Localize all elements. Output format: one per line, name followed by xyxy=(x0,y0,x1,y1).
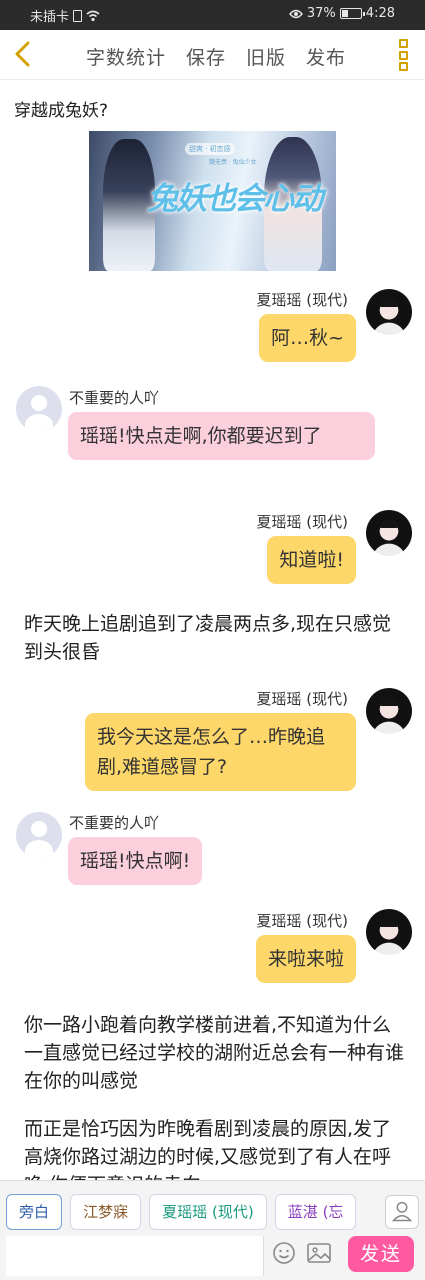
avatar[interactable] xyxy=(366,688,412,734)
battery-percent: 37% xyxy=(306,6,336,21)
save-button[interactable]: 保存 xyxy=(186,43,226,70)
narration-text[interactable]: 昨天晚上追剧追到了凌晨两点多,现在只感觉到头很昏 xyxy=(24,610,404,666)
character-chip[interactable]: 夏瑶瑶 (现代) xyxy=(149,1194,267,1230)
character-chip-narrator[interactable]: 旁白 xyxy=(6,1194,63,1230)
chevron-left-icon[interactable] xyxy=(6,36,42,72)
speaker-name: 夏瑶瑶 (现代) xyxy=(256,912,348,930)
avatar[interactable] xyxy=(366,510,412,556)
more-vertical-icon[interactable] xyxy=(397,39,409,71)
message-bubble[interactable]: 瑶瑶!快点啊! xyxy=(68,837,203,885)
cover-subtitle: 甜爽 · 初恋感 xyxy=(185,143,235,155)
speaker-name: 不重要的人吖 xyxy=(69,814,160,832)
old-version-button[interactable]: 旧版 xyxy=(246,43,286,70)
character-chip[interactable]: 蓝湛 (忘 xyxy=(274,1194,357,1230)
message-bubble[interactable]: 知道啦! xyxy=(267,536,356,584)
story-editor[interactable]: 穿越成兔妖? 甜爽 · 初恋感 魏无羡 · 兔仙少女 兔妖也会心动 夏瑶瑶 (现… xyxy=(0,80,425,1180)
speaker-name: 不重要的人吖 xyxy=(69,389,160,407)
status-left: 未插卡 xyxy=(30,6,100,25)
sim-icon xyxy=(73,9,83,22)
cover-title: 兔妖也会心动 xyxy=(147,181,323,217)
carrier-text: 未插卡 xyxy=(30,10,70,25)
cover-image[interactable]: 甜爽 · 初恋感 魏无羡 · 兔仙少女 兔妖也会心动 xyxy=(89,131,336,271)
narration-text[interactable]: 你一路小跑着向教学楼前进着,不知道为什么一直感觉已经过学校的湖附近总会有一种有谁… xyxy=(24,1011,404,1095)
avatar[interactable] xyxy=(16,812,62,858)
status-right: 37% 4:28 xyxy=(288,6,395,21)
message-bubble[interactable]: 我今天这是怎么了…昨晚追剧,难道感冒了? xyxy=(85,713,356,791)
publish-button[interactable]: 发布 xyxy=(306,43,346,70)
narration-text[interactable]: 而正是恰巧因为昨晚看剧到凌晨的原因,发了高烧你路过湖边的时候,又感觉到了有人在呼… xyxy=(24,1115,404,1180)
story-title[interactable]: 穿越成兔妖? xyxy=(14,96,108,121)
avatar[interactable] xyxy=(366,909,412,955)
message-input[interactable] xyxy=(6,1236,264,1276)
message-bubble[interactable]: 阿…秋~ xyxy=(259,314,356,362)
wifi-icon xyxy=(86,10,100,21)
toolbar-actions: 字数统计 保存 旧版 发布 xyxy=(86,43,346,70)
editor-toolbar: 字数统计 保存 旧版 发布 xyxy=(0,30,425,80)
avatar[interactable] xyxy=(366,289,412,335)
cover-subtitle-2: 魏无羡 · 兔仙少女 xyxy=(209,159,257,166)
avatar[interactable] xyxy=(16,386,62,432)
battery-fill xyxy=(341,10,348,17)
speaker-name: 夏瑶瑶 (现代) xyxy=(256,690,348,708)
message-bubble[interactable]: 瑶瑶!快点走啊,你都要迟到了 xyxy=(68,412,375,460)
speaker-name: 夏瑶瑶 (现代) xyxy=(256,291,348,309)
character-chip[interactable]: 江梦寐 xyxy=(70,1194,142,1230)
speaker-name: 夏瑶瑶 (现代) xyxy=(256,513,348,531)
word-count-button[interactable]: 字数统计 xyxy=(86,43,166,70)
image-icon[interactable] xyxy=(306,1241,332,1265)
character-selector: 旁白 江梦寐 夏瑶瑶 (现代) 蓝湛 (忘 xyxy=(6,1194,382,1232)
user-icon[interactable] xyxy=(385,1195,419,1229)
emoji-icon[interactable] xyxy=(272,1241,296,1265)
clock: 4:28 xyxy=(365,6,395,21)
eye-icon xyxy=(288,9,303,18)
status-bar: 未插卡 37% 4:28 xyxy=(0,0,425,30)
send-button[interactable]: 发送 xyxy=(348,1236,414,1272)
battery-icon xyxy=(339,8,365,19)
message-bubble[interactable]: 来啦来啦 xyxy=(255,935,356,983)
compose-bar: 旁白 江梦寐 夏瑶瑶 (现代) 蓝湛 (忘 发送 xyxy=(0,1180,425,1280)
